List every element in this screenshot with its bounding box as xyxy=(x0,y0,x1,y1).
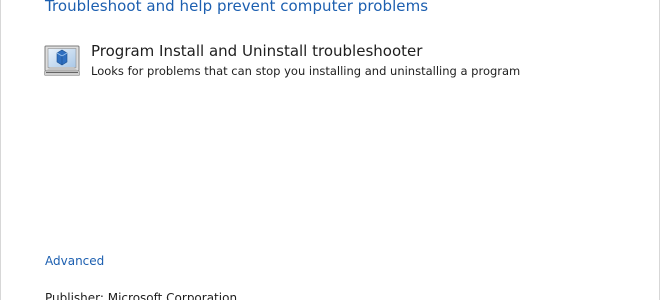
advanced-link[interactable]: Advanced xyxy=(45,254,104,268)
troubleshooter-title: Program Install and Uninstall troublesho… xyxy=(91,42,423,60)
window-border-left xyxy=(0,0,1,300)
troubleshooter-description: Looks for problems that can stop you ins… xyxy=(91,64,521,78)
troubleshooter-option[interactable]: Program Install and Uninstall troublesho… xyxy=(44,42,604,84)
troubleshooter-dialog: Troubleshoot and help prevent computer p… xyxy=(0,0,660,300)
publisher-info: Publisher: Microsoft Corporation xyxy=(45,291,238,300)
page-heading: Troubleshoot and help prevent computer p… xyxy=(45,0,429,15)
installer-monitor-icon xyxy=(44,45,80,77)
